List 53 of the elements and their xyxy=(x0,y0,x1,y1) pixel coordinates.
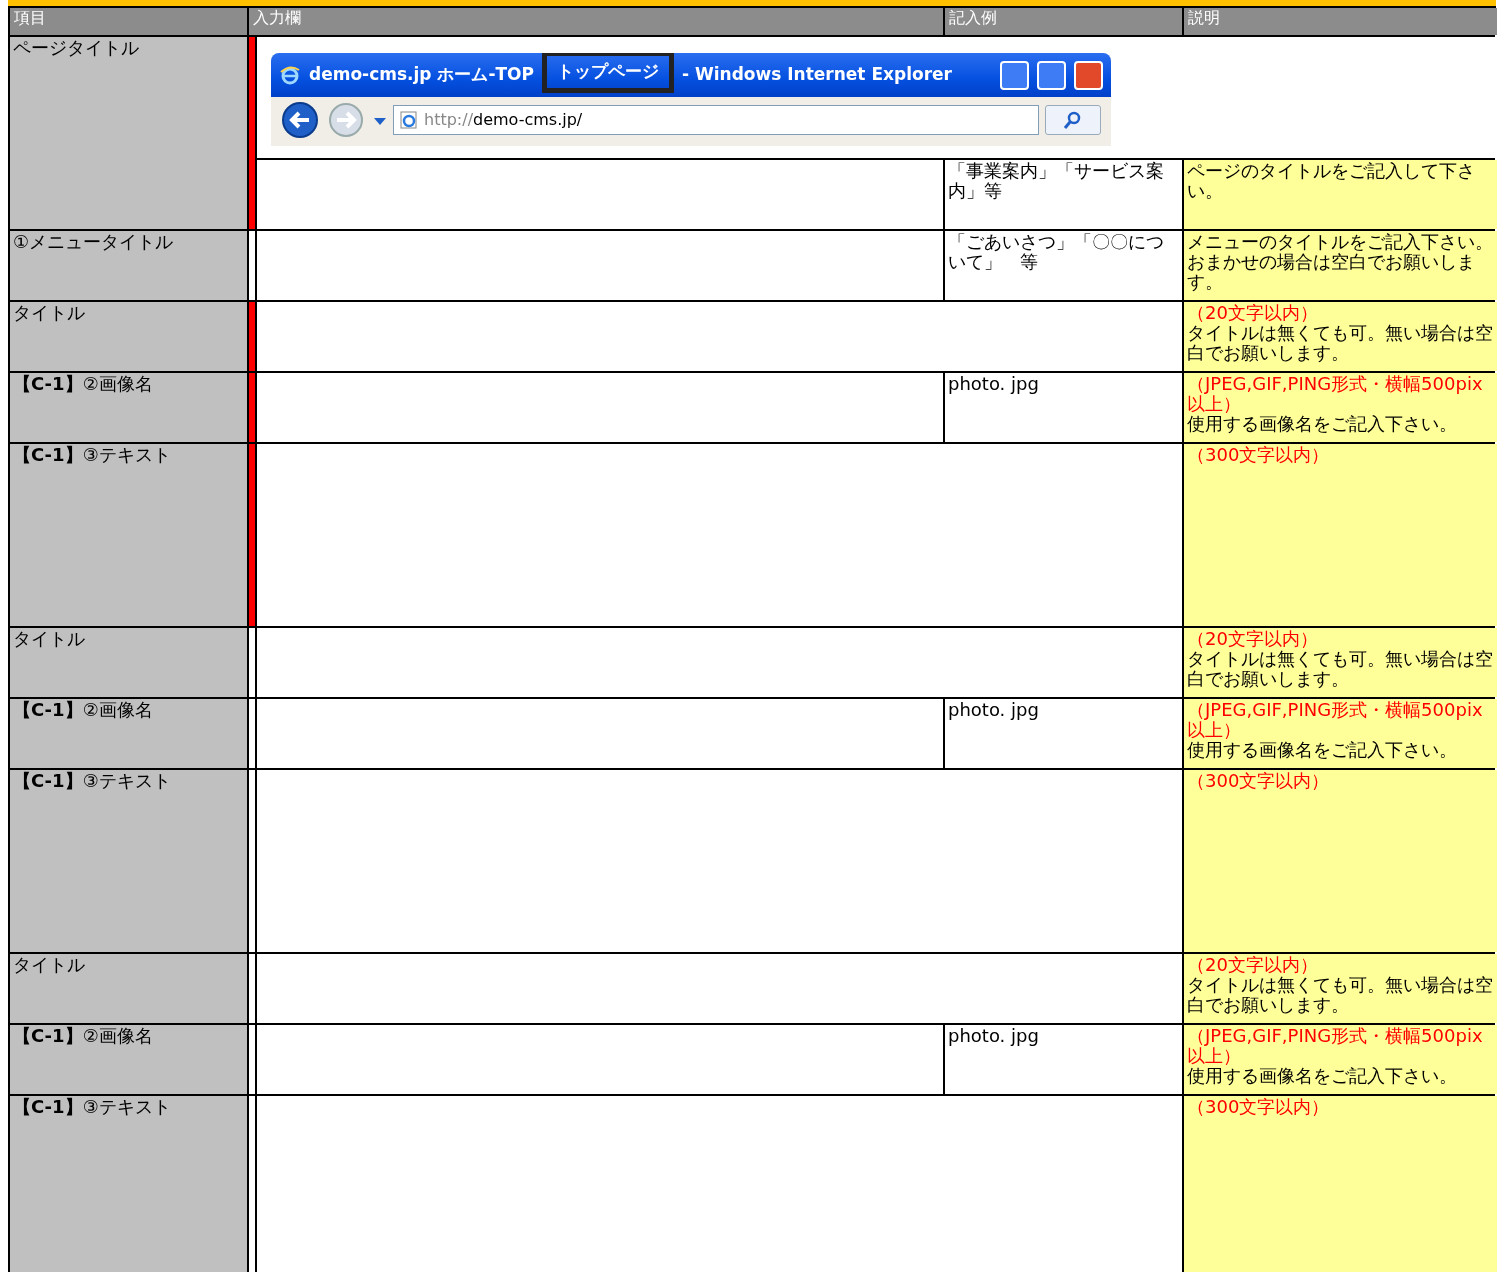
search-icon xyxy=(1063,110,1083,130)
input-cell[interactable] xyxy=(257,770,1182,952)
description-text: （JPEG,GIF,PING形式・横幅500pix以上） 使用する画像名をご記入下さい。 xyxy=(1184,699,1497,768)
row-label: 【C-1】③テキスト xyxy=(10,770,247,952)
input-cell[interactable] xyxy=(257,160,943,229)
input-cell[interactable] xyxy=(257,699,943,768)
row-label: タイトル xyxy=(10,302,247,371)
browser-logo-icon xyxy=(279,64,301,86)
site-title: demo-cms.jp ホーム-TOP xyxy=(309,65,534,85)
example-text: photo. jpg xyxy=(945,373,1182,442)
example-text: photo. jpg xyxy=(945,1025,1182,1094)
example-text: photo. jpg xyxy=(945,699,1182,768)
description-text: （JPEG,GIF,PING形式・横幅500pix以上） 使用する画像名をご記入下さい。 xyxy=(1184,373,1497,442)
input-header: 入力欄 xyxy=(249,8,943,35)
row-label: ページタイトル xyxy=(10,37,247,229)
app-title: - Windows Internet Explorer xyxy=(682,65,952,85)
input-cell[interactable] xyxy=(257,954,1182,1023)
input-cell[interactable] xyxy=(257,1096,1182,1272)
description-text: ページのタイトルをご記入して下さい。 xyxy=(1184,160,1497,229)
description-text: （20文字以内） タイトルは無くても可。無い場合は空白でお願いします。 xyxy=(1184,954,1497,1023)
description-text: （JPEG,GIF,PING形式・横幅500pix以上） 使用する画像名をご記入下さい。 xyxy=(1184,1025,1497,1094)
row-label: タイトル xyxy=(10,954,247,1023)
input-cell[interactable] xyxy=(257,444,1182,626)
page-icon xyxy=(400,110,418,130)
maximize-button[interactable] xyxy=(1037,60,1066,90)
close-button[interactable] xyxy=(1074,60,1103,90)
input-cell[interactable] xyxy=(257,373,943,442)
row-label: 【C-1】②画像名 xyxy=(10,373,247,442)
search-button[interactable] xyxy=(1045,105,1101,135)
row-label: 【C-1】②画像名 xyxy=(10,1025,247,1094)
row-label: 【C-1】③テキスト xyxy=(10,444,247,626)
example-header: 記入例 xyxy=(945,8,1182,35)
description-text: （300文字以内） xyxy=(1184,444,1497,626)
input-cell[interactable] xyxy=(257,628,1182,697)
highlighted-page-title: トップページ xyxy=(542,53,674,93)
row-label: ①メニュータイトル xyxy=(10,231,247,300)
row-label: タイトル xyxy=(10,628,247,697)
example-text: 「事業案内」「サービス案内」等 xyxy=(945,160,1182,229)
description-text: （300文字以内） xyxy=(1184,770,1497,952)
input-cell[interactable] xyxy=(257,302,1182,371)
input-cell[interactable] xyxy=(257,231,943,300)
input-cell[interactable] xyxy=(257,1025,943,1094)
description-text: （20文字以内） タイトルは無くても可。無い場合は空白でお願いします。 xyxy=(1184,628,1497,697)
item-header: 項目 xyxy=(10,8,247,35)
minimize-button[interactable] xyxy=(1000,60,1029,90)
description-text: （20文字以内） タイトルは無くても可。無い場合は空白でお願いします。 xyxy=(1184,302,1497,371)
description-text: メニューのタイトルをご記入下さい。おまかせの場合は空白でお願いします。 xyxy=(1184,231,1497,300)
example-text: 「ごあいさつ」「〇〇について」 等 xyxy=(945,231,1182,300)
description-text: （300文字以内） xyxy=(1184,1096,1497,1272)
address-field[interactable]: http://demo-cms.jp/ xyxy=(393,105,1039,135)
description-header: 説明 xyxy=(1184,8,1497,35)
row-label: 【C-1】③テキスト xyxy=(10,1096,247,1272)
row-label: 【C-1】②画像名 xyxy=(10,699,247,768)
